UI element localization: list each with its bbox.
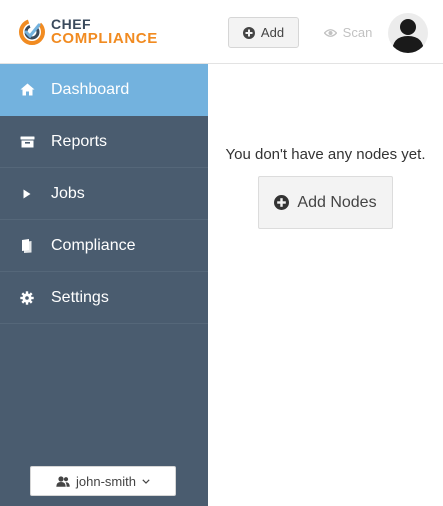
- user-silhouette-icon: [392, 19, 424, 53]
- chef-logo-icon: [19, 19, 45, 45]
- sidebar: Dashboard Reports Jobs Compliance Settin…: [0, 64, 208, 506]
- gear-icon: [18, 289, 36, 307]
- sidebar-item-label: Reports: [51, 132, 108, 150]
- inbox-icon: [18, 133, 36, 151]
- eye-icon: [323, 28, 337, 37]
- users-icon: [56, 475, 70, 487]
- sidebar-item-compliance[interactable]: Compliance: [0, 220, 208, 272]
- add-nodes-label: Add Nodes: [297, 193, 377, 211]
- sidebar-item-label: Dashboard: [51, 80, 130, 98]
- logo-text-compliance: COMPLIANCE: [51, 30, 158, 47]
- home-icon: [18, 81, 36, 99]
- empty-state-message: You don't have any nodes yet.: [225, 146, 426, 163]
- chevron-down-icon: [142, 478, 150, 484]
- plus-circle-icon: [242, 26, 255, 39]
- add-nodes-button[interactable]: Add Nodes: [258, 176, 393, 229]
- sidebar-item-dashboard[interactable]: Dashboard: [0, 64, 208, 116]
- sidebar-item-jobs[interactable]: Jobs: [0, 168, 208, 220]
- plus-circle-icon: [274, 195, 290, 210]
- play-icon: [18, 185, 36, 203]
- sidebar-item-reports[interactable]: Reports: [0, 116, 208, 168]
- book-icon: [18, 237, 36, 255]
- sidebar-item-label: Compliance: [51, 236, 136, 254]
- sidebar-item-label: Jobs: [51, 184, 85, 202]
- scan-button-label: Scan: [342, 25, 373, 40]
- top-bar: CHEF COMPLIANCE Add Scan: [0, 0, 443, 64]
- add-button[interactable]: Add: [228, 17, 299, 48]
- add-button-label: Add: [260, 25, 285, 40]
- avatar[interactable]: [388, 13, 428, 53]
- user-name: john-smith: [76, 473, 136, 489]
- scan-button[interactable]: Scan: [320, 17, 376, 48]
- chef-compliance-logo[interactable]: CHEF COMPLIANCE: [16, 14, 166, 50]
- main-content: You don't have any nodes yet. Add Nodes: [208, 64, 443, 506]
- sidebar-item-label: Settings: [51, 288, 109, 306]
- sidebar-item-settings[interactable]: Settings: [0, 272, 208, 324]
- user-menu-button[interactable]: john-smith: [30, 466, 176, 496]
